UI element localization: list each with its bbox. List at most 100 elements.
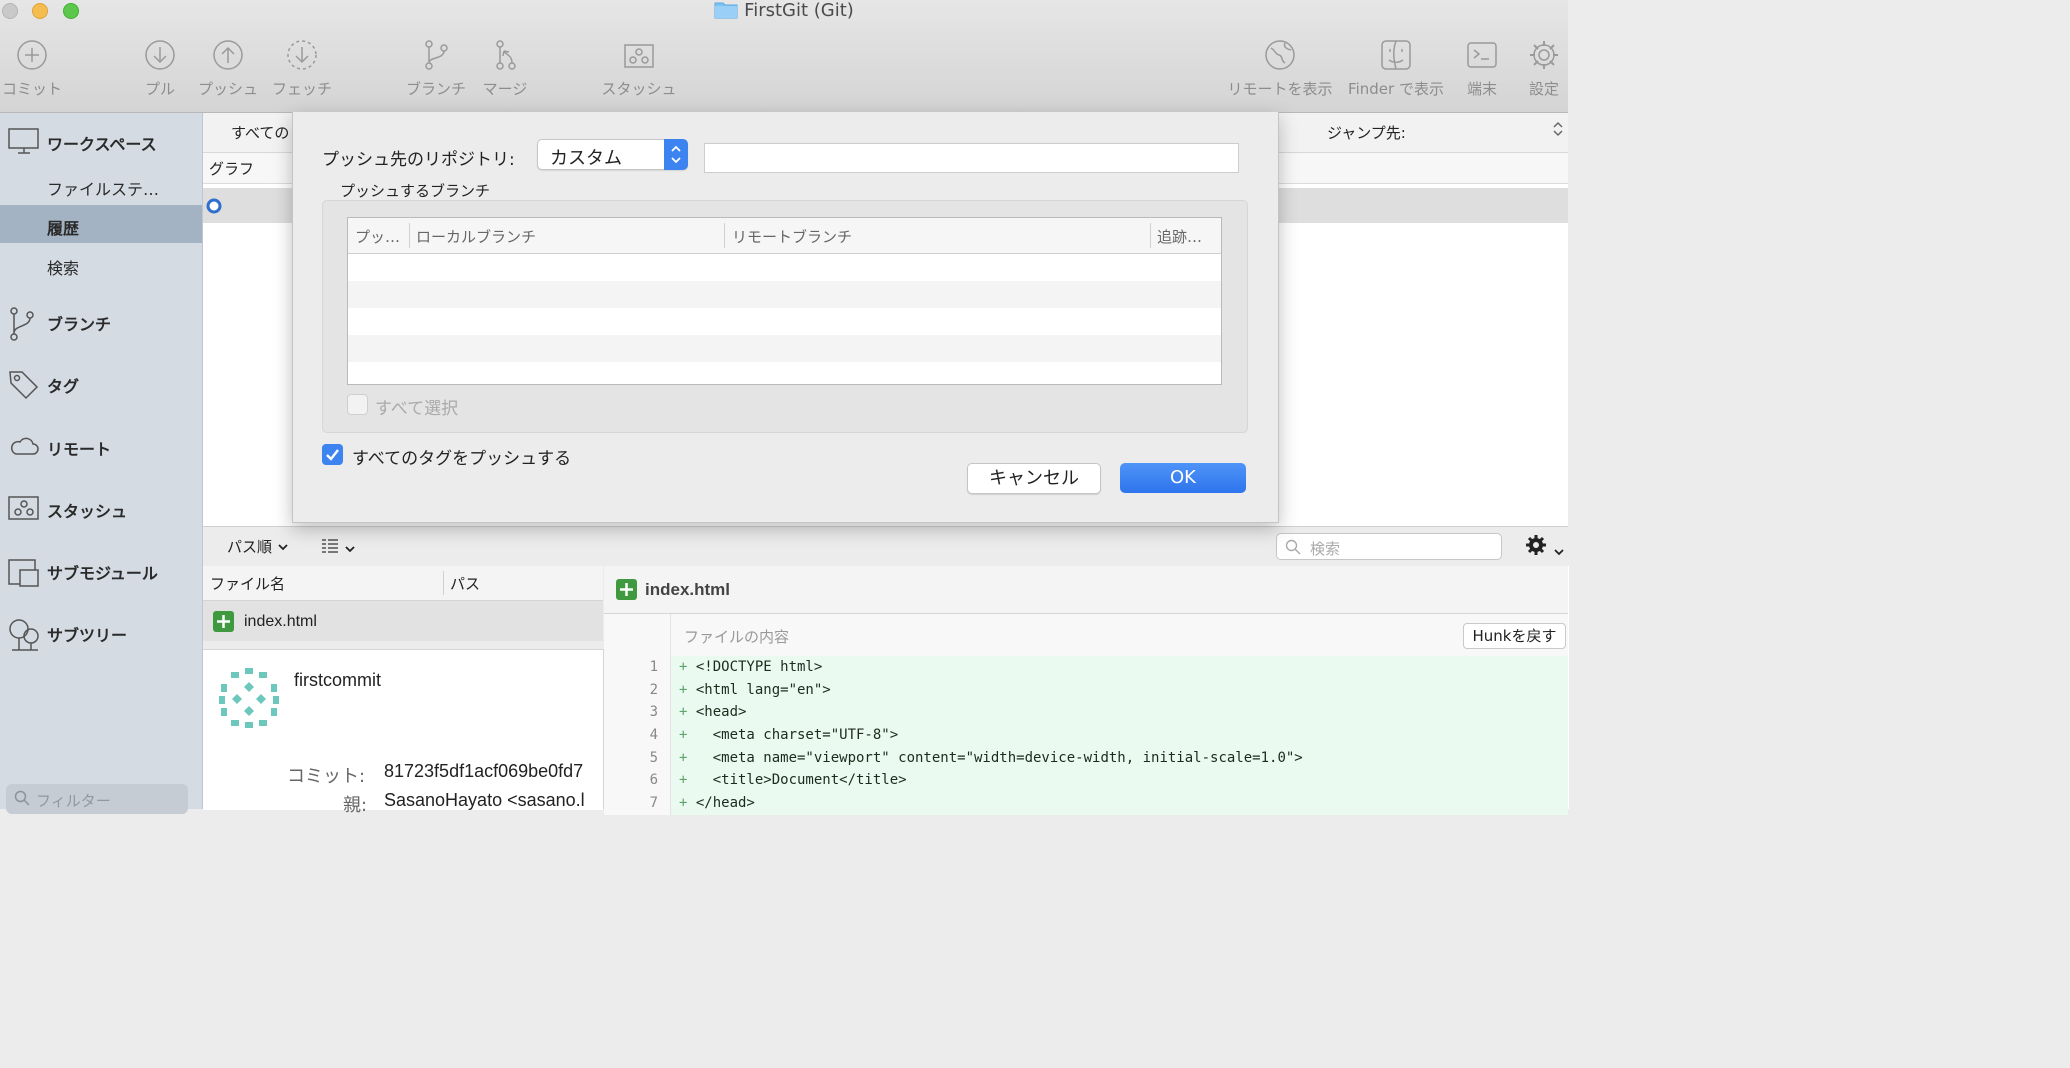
- gear-icon: [1530, 41, 1558, 69]
- file-list-toolbar: パス順 検索: [203, 526, 1568, 567]
- column-header-path[interactable]: パス: [450, 573, 480, 594]
- settings-button-label: 設定: [1528, 80, 1559, 98]
- jump-to-label: ジャンプ先:: [1327, 124, 1406, 142]
- hunk-header: ファイルの内容 Hunkを戻す: [604, 614, 1568, 658]
- globe-icon: [1265, 40, 1295, 70]
- sidebar-item-label: ブランチ: [47, 315, 112, 334]
- fetch-button-label: フェッチ: [271, 80, 332, 98]
- file-name: index.html: [244, 613, 317, 630]
- column-header-remote-branch[interactable]: リモートブランチ: [732, 226, 852, 247]
- pull-button[interactable]: プル: [138, 38, 182, 99]
- diff-line: 3 + <head>: [604, 701, 1568, 724]
- stash-button[interactable]: スタッシュ: [598, 38, 680, 99]
- hunk-label: ファイルの内容: [684, 628, 790, 646]
- cancel-button[interactable]: キャンセル: [967, 463, 1101, 494]
- sidebar-item-file-status[interactable]: ファイルステ…: [0, 166, 202, 204]
- sort-dropdown[interactable]: パス順: [227, 536, 289, 557]
- chevron-down-icon: [278, 544, 288, 551]
- sidebar-item-search[interactable]: 検索: [0, 245, 202, 283]
- merge-button[interactable]: マージ: [480, 38, 530, 99]
- branch-button-label: ブランチ: [405, 80, 466, 98]
- commit-hash-value[interactable]: 81723f5df1acf069be0fd7: [384, 761, 583, 782]
- sidebar-item-subtrees[interactable]: サブツリー: [0, 612, 202, 651]
- table-row: [348, 281, 1221, 308]
- sidebar-item-label: ワークスペース: [47, 135, 157, 154]
- chevron-down-icon: [1554, 549, 1564, 556]
- file-search-input[interactable]: 検索: [1276, 533, 1502, 560]
- terminal-button-label: 端末: [1466, 80, 1497, 98]
- sidebar-item-label: サブツリー: [47, 626, 128, 645]
- folder-icon: [714, 0, 738, 25]
- action-gear-dropdown[interactable]: [1524, 533, 1565, 561]
- ok-button-label: OK: [1170, 467, 1196, 488]
- diff-header: index.html: [604, 566, 1568, 614]
- show-in-finder-button[interactable]: Finder で表示: [1344, 38, 1448, 99]
- push-repo-url-field[interactable]: [704, 143, 1239, 173]
- gear-icon: [1526, 535, 1546, 555]
- cancel-button-label: キャンセル: [989, 468, 1079, 489]
- window-title-text: FirstGit (Git): [744, 0, 854, 21]
- search-placeholder: 検索: [1310, 540, 1341, 558]
- sidebar-item-label: 履歴: [47, 219, 80, 238]
- sidebar-item-workspace[interactable]: ワークスペース: [0, 121, 202, 159]
- diff-line: 2 + <html lang="en">: [604, 679, 1568, 702]
- terminal-icon: [1467, 42, 1497, 68]
- push-button[interactable]: プッシュ: [196, 38, 260, 99]
- sidebar-item-label: ファイルステ…: [47, 180, 160, 199]
- push-repo-value: カスタム: [550, 148, 622, 169]
- branch-button[interactable]: ブランチ: [404, 38, 468, 99]
- sidebar-item-history[interactable]: 履歴: [0, 205, 202, 243]
- sidebar-filter-input[interactable]: フィルター: [6, 784, 188, 814]
- fetch-button[interactable]: フェッチ: [270, 38, 334, 99]
- sidebar-item-remotes[interactable]: リモート: [0, 426, 202, 464]
- commit-hash-label: コミット:: [287, 766, 366, 787]
- merge-icon: [496, 40, 516, 70]
- merge-button-label: マージ: [482, 80, 528, 98]
- commit-author: SasanoHayato <sasano.l: [384, 790, 585, 810]
- ok-button[interactable]: OK: [1120, 463, 1246, 493]
- jump-to-chevron-icon[interactable]: [1552, 119, 1564, 143]
- push-all-tags-label: すべてのタグをプッシュする: [352, 449, 572, 469]
- arrow-up-circle-icon: [213, 40, 243, 70]
- tree-icon: [9, 619, 39, 651]
- commit-message: firstcommit: [294, 670, 381, 690]
- column-header-push[interactable]: プッ…: [355, 226, 400, 247]
- sidebar-item-submodules[interactable]: サブモジュール: [0, 550, 202, 588]
- revert-hunk-button[interactable]: Hunkを戻す: [1463, 623, 1566, 649]
- show-remote-label: リモートを表示: [1227, 80, 1333, 98]
- view-mode-dropdown[interactable]: [321, 538, 356, 558]
- select-stepper-icon: [664, 139, 688, 170]
- sidebar-item-stashes[interactable]: スタッシュ: [0, 488, 202, 526]
- show-in-finder-label: Finder で表示: [1348, 80, 1444, 98]
- sidebar-item-branches[interactable]: ブランチ: [0, 301, 202, 341]
- column-header-local-branch[interactable]: ローカルブランチ: [416, 226, 536, 247]
- diff-line: 7 + </head>: [604, 792, 1568, 815]
- added-file-icon: [616, 579, 637, 604]
- push-repo-select[interactable]: カスタム: [537, 139, 688, 170]
- push-button-label: プッシュ: [197, 80, 258, 98]
- sidebar-item-label: 検索: [47, 259, 80, 278]
- stash-icon: [8, 496, 39, 520]
- column-header-track[interactable]: 追跡…: [1157, 226, 1202, 247]
- parent-label: 親:: [343, 795, 368, 816]
- submodule-icon: [8, 559, 39, 587]
- branch-icon: [425, 40, 448, 70]
- window-title: FirstGit (Git): [0, 0, 1568, 25]
- column-header-filename[interactable]: ファイル名: [210, 573, 285, 594]
- sidebar-item-tags[interactable]: タグ: [0, 363, 202, 401]
- diff-line: 6 + <title>Document</title>: [604, 769, 1568, 792]
- avatar: [217, 666, 281, 734]
- branch-icon: [10, 307, 34, 341]
- sidebar-item-label: サブモジュール: [47, 564, 158, 583]
- sidebar: ワークスペース ファイルステ… 履歴 検索 ブランチ タグ リモート スタッシュ…: [0, 113, 203, 809]
- settings-button[interactable]: 設定: [1522, 38, 1566, 99]
- show-remote-button[interactable]: リモートを表示: [1224, 38, 1336, 99]
- terminal-button[interactable]: 端末: [1460, 38, 1504, 99]
- revert-hunk-label: Hunkを戻す: [1472, 627, 1557, 645]
- file-list-item[interactable]: index.html: [203, 601, 603, 641]
- checkmark-icon: [322, 444, 343, 465]
- branch-filter-dropdown[interactable]: すべての: [231, 122, 289, 143]
- commit-button[interactable]: コミット: [0, 38, 64, 99]
- search-icon: [1285, 539, 1301, 555]
- plus-circle-icon: [17, 40, 47, 70]
